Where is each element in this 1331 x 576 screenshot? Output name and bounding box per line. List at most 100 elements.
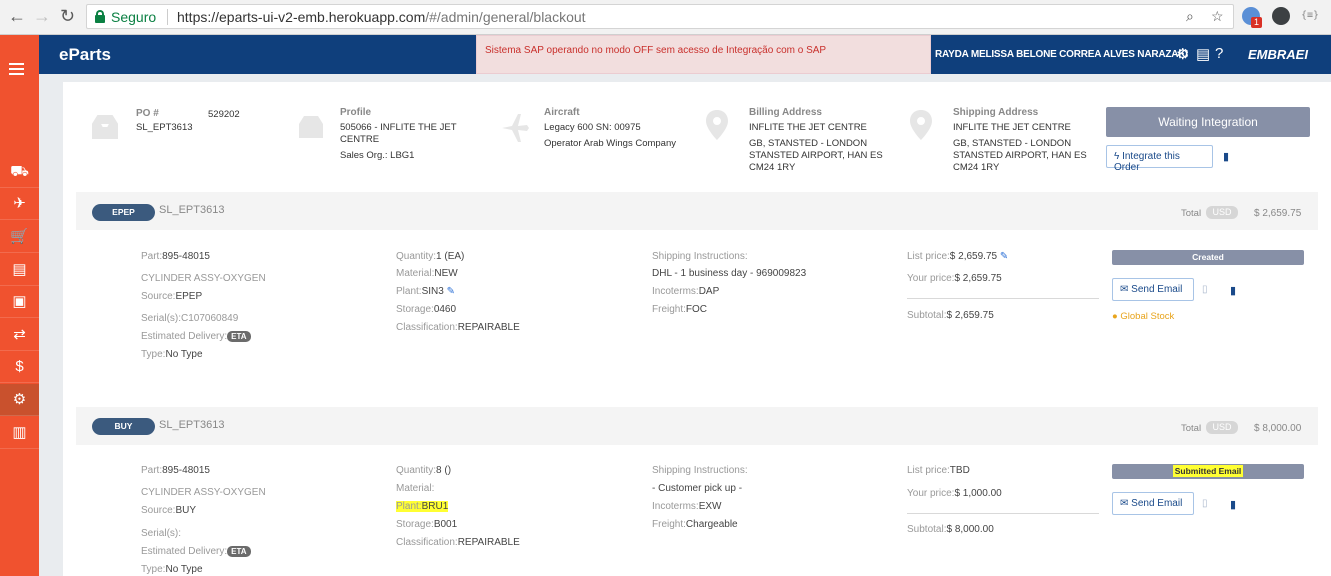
item-status-badge: Submitted Email <box>1112 464 1304 479</box>
order-status-button[interactable]: Waiting Integration <box>1106 107 1310 137</box>
total-label: Total <box>1181 423 1202 434</box>
envelope-icon: ✉ <box>1120 498 1132 509</box>
send-email-button[interactable]: ✉ Send Email <box>1112 278 1194 301</box>
money-icon[interactable]: $ <box>0 351 39 383</box>
extension-badge: 1 <box>1251 17 1263 28</box>
shipping-line1: INFLITE THE JET CENTRE <box>953 122 1071 133</box>
aircraft-line2: Operator Arab Wings Company <box>544 138 677 149</box>
plant-row: Plant:SIN3 ✎ <box>396 286 455 297</box>
eta-badge: ETA <box>227 546 251 557</box>
send-email-button[interactable]: ✉ Send Email <box>1112 492 1194 515</box>
shipping-location-icon <box>910 110 932 140</box>
browser-toolbar: ← → ↻ Seguro https://eparts-ui-v2-emb.he… <box>0 0 1331 35</box>
storage-row: Storage:B001 <box>396 519 458 530</box>
cart-icon[interactable]: 🛒 <box>0 221 39 253</box>
edit-plant-icon[interactable]: ✎ <box>447 286 455 297</box>
list-price-row: List price:TBD <box>907 465 970 476</box>
billing-line1: INFLITE THE JET CENTRE <box>749 122 867 133</box>
manual-icon[interactable]: ▤ <box>1196 45 1210 63</box>
serials-row: Serial(s): <box>141 528 182 539</box>
exchange-icon[interactable]: ⇄ <box>0 319 39 351</box>
extension-smiley-icon[interactable] <box>1272 7 1290 25</box>
storage-row: Storage:0460 <box>396 304 457 315</box>
send-email-label: Send Email <box>1131 284 1183 295</box>
part-description: CYLINDER ASSY-OXYGEN <box>141 487 266 498</box>
quantity-row: Quantity:8 () <box>396 465 452 476</box>
airplane-icon[interactable]: ✈ <box>0 188 39 220</box>
item-section-header <box>76 407 1318 445</box>
pdf-icon[interactable]: ▯ <box>1202 498 1208 509</box>
calendar-icon[interactable]: ▣ <box>0 286 39 318</box>
shipping-label: Shipping Address <box>953 107 1039 118</box>
shipping-instructions: DHL - 1 business day - 969009823 <box>652 268 807 279</box>
source-row: Source:EPEP <box>141 291 203 302</box>
profile-line1: 505066 - INFLITE THE JET <box>340 122 457 133</box>
inbox-icon <box>92 115 118 139</box>
shipping-instructions-label: Shipping Instructions: <box>652 251 748 262</box>
pdf-icon[interactable]: ▯ <box>1202 284 1208 295</box>
source-pill: BUY <box>92 418 155 435</box>
global-stock-link[interactable]: ● Global Stock <box>1112 311 1174 322</box>
your-price-row: Your price:$ 1,000.00 <box>907 488 1002 499</box>
item-status-badge: Created <box>1112 250 1304 265</box>
book-icon[interactable]: ▮ <box>1223 150 1229 163</box>
po-label: PO # <box>136 108 159 119</box>
po-number: 529202 <box>208 109 240 120</box>
forward-icon[interactable]: → <box>33 6 51 26</box>
extension-braces-icon[interactable]: {≡} <box>1301 10 1319 21</box>
shipping-instructions: - Customer pick up - <box>652 483 743 494</box>
global-stock-label: Global Stock <box>1120 311 1175 322</box>
billing-line3: STANSTED AIRPORT, HAN ES <box>749 150 883 161</box>
delivery-row: Estimated Delivery: ETA <box>141 331 251 342</box>
settings-icon[interactable]: ⚙ <box>0 384 39 416</box>
aircraft-line1: Legacy 600 SN: 00975 <box>544 122 641 133</box>
help-icon[interactable]: ? <box>1215 45 1223 62</box>
section-title: SL_EPT3613 <box>159 419 225 431</box>
book-icon[interactable]: ▮ <box>1230 284 1236 297</box>
type-row: Type:No Type <box>141 564 203 575</box>
currency-badge: USD <box>1206 206 1238 219</box>
shipping-line4: CM24 1RY <box>953 162 1000 173</box>
user-name[interactable]: RAYDA MELISSA BELONE CORREA ALVES NARAZA… <box>935 49 1188 60</box>
price-divider <box>907 513 1099 514</box>
shipping-instructions-label: Shipping Instructions: <box>652 465 748 476</box>
your-price-row: Your price:$ 2,659.75 <box>907 273 1002 284</box>
url-text[interactable]: https://eparts-ui-v2-emb.herokuapp.com/#… <box>177 9 586 25</box>
gear-icon[interactable]: ⚙ <box>1176 45 1189 63</box>
app-brand[interactable]: eParts <box>59 45 111 65</box>
integrate-order-button[interactable]: ϟ Integrate this Order <box>1106 145 1213 173</box>
item-section-header <box>76 192 1318 230</box>
billing-line4: CM24 1RY <box>749 162 796 173</box>
send-email-label: Send Email <box>1131 498 1183 509</box>
menu-icon[interactable] <box>9 63 24 78</box>
section-total: $ 8,000.00 <box>1254 423 1302 434</box>
type-row: Type:No Type <box>141 349 203 360</box>
classification-row: Classification:REPAIRABLE <box>396 322 520 333</box>
document-icon[interactable]: ▤ <box>0 254 39 286</box>
lock-icon <box>95 10 105 23</box>
aircraft-label: Aircraft <box>544 107 580 118</box>
source-row: Source:BUY <box>141 505 197 516</box>
shipping-line2: GB, STANSTED - LONDON <box>953 138 1072 149</box>
profile-sales-org: Sales Org.: LBG1 <box>340 150 415 161</box>
book-icon[interactable]: ▮ <box>1230 498 1236 511</box>
side-menu: ⛟ ✈ 🛒 ▤ ▣ ⇄ $ ⚙ ▥ <box>0 35 39 576</box>
address-bar[interactable]: Seguro https://eparts-ui-v2-emb.herokuap… <box>86 4 1234 29</box>
truck-icon[interactable]: ⛟ <box>0 156 39 188</box>
material-row: Material: <box>396 483 435 494</box>
subtotal-row: Subtotal:$ 2,659.75 <box>907 310 994 321</box>
chart-icon[interactable]: ▥ <box>0 417 39 449</box>
edit-price-icon[interactable]: ✎ <box>1000 251 1008 262</box>
eta-badge: ETA <box>227 331 251 342</box>
section-title: SL_EPT3613 <box>159 204 225 216</box>
zoom-icon[interactable]: ⌕ <box>1186 8 1194 25</box>
back-icon[interactable]: ← <box>8 6 26 26</box>
part-row: Part:895-48015 <box>141 251 210 262</box>
profile-inbox-icon <box>299 116 323 138</box>
classification-row: Classification:REPAIRABLE <box>396 537 520 548</box>
bookmark-star-icon[interactable]: ☆ <box>1211 8 1224 25</box>
serials-row: Serial(s):C107060849 <box>141 313 239 324</box>
list-price-row: List price:$ 2,659.75 ✎ <box>907 251 1009 262</box>
reload-icon[interactable]: ↻ <box>60 6 75 26</box>
aircraft-icon <box>502 114 529 142</box>
